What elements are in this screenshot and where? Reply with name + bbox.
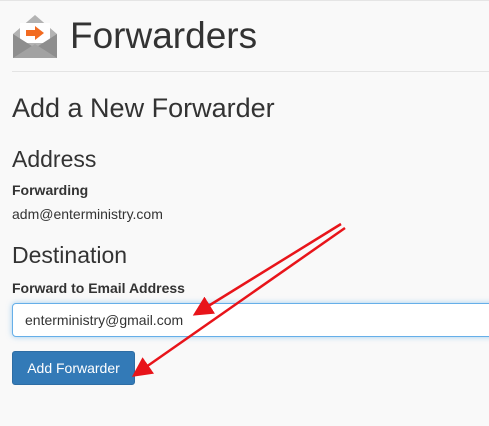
forward-to-email-input[interactable] (12, 303, 489, 337)
page-header: Forwarders (12, 13, 489, 72)
destination-heading: Destination (12, 242, 128, 268)
forwarding-label: Forwarding (12, 182, 89, 198)
annotation-arrow-to-button (131, 226, 346, 377)
address-heading: Address (12, 146, 97, 172)
annotation-arrow-to-input (192, 222, 342, 316)
top-border (0, 0, 489, 1)
forwarding-address-value: adm@enterministry.com (12, 206, 163, 222)
envelope-forward-icon (13, 15, 57, 58)
page-title: Forwarders (70, 15, 258, 56)
add-forwarder-heading: Add a New Forwarder (12, 93, 275, 123)
add-forwarder-button[interactable]: Add Forwarder (12, 351, 135, 385)
forward-to-email-label: Forward to Email Address (12, 280, 185, 296)
